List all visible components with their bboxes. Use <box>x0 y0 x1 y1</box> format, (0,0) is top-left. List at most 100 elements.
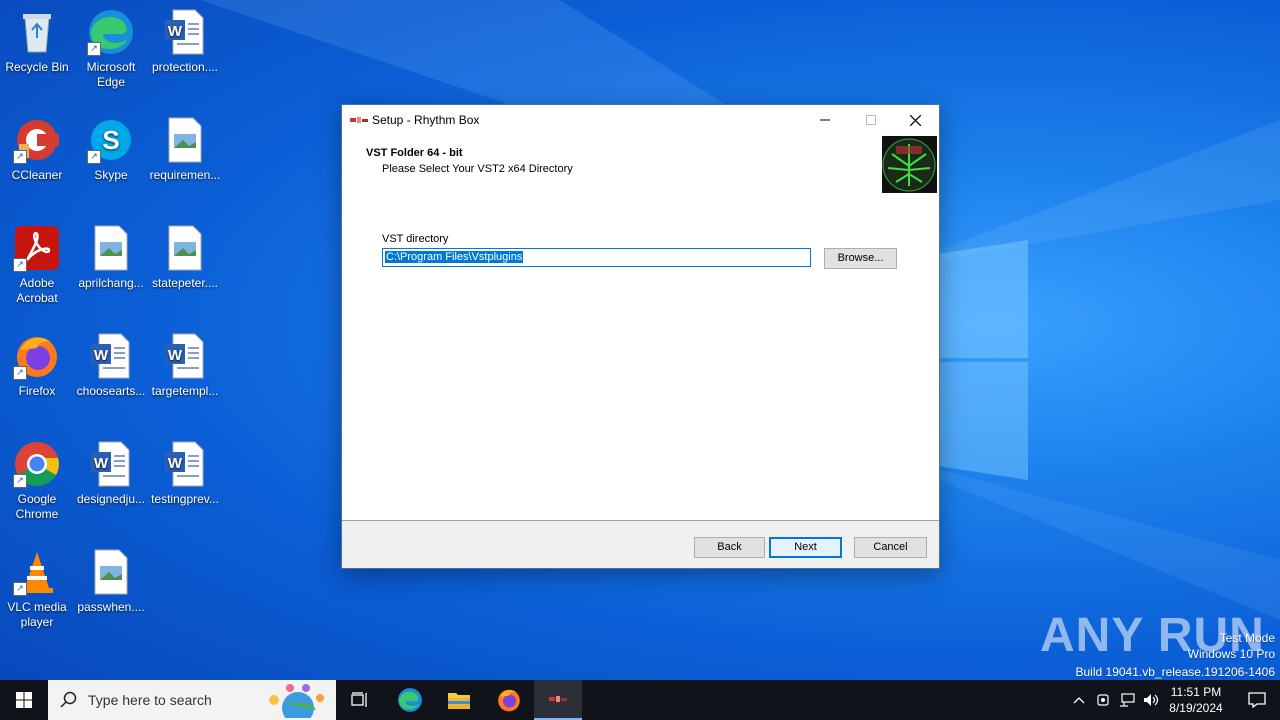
taskbar-edge[interactable] <box>386 680 434 720</box>
icon-label: VLC media player <box>7 600 67 629</box>
svg-text:S: S <box>102 125 119 155</box>
svg-text:W: W <box>94 347 109 364</box>
desktop-icon-image-file[interactable]: aprilchang... <box>74 224 148 291</box>
desktop-icon-image-file[interactable]: requiremen... <box>148 116 222 183</box>
clock-time: 11:51 PM <box>1170 685 1222 699</box>
vst-directory-value: C:\Program Files\Vstplugins <box>385 251 524 263</box>
desktop-icon-word-doc[interactable]: W choosearts... <box>74 332 148 399</box>
taskbar-firefox[interactable] <box>485 680 533 720</box>
desktop-icon-google-chrome[interactable]: ↗ Google Chrome <box>0 440 74 522</box>
windows-edition-text: Windows 10 Pro <box>1187 647 1275 661</box>
back-button[interactable]: Back <box>694 537 765 558</box>
close-button[interactable] <box>892 105 938 135</box>
wizard-header: VST Folder 64 - bit Please Select Your V… <box>342 135 939 220</box>
shortcut-arrow-icon: ↗ <box>13 582 27 596</box>
chrome-icon: ↗ <box>13 440 61 488</box>
wizard-page-title: VST Folder 64 - bit <box>366 147 463 159</box>
volume-button[interactable] <box>1140 680 1162 720</box>
vst-directory-label: VST directory <box>382 233 449 245</box>
search-icon <box>60 691 77 708</box>
minimize-button[interactable] <box>802 105 848 135</box>
network-icon <box>1120 693 1135 707</box>
setup-app-icon <box>350 117 368 123</box>
setup-dialog: Setup - Rhythm Box VST Folder 64 - bit P… <box>341 104 940 569</box>
icon-label: Microsoft Edge <box>86 60 136 89</box>
icon-label: CCleaner <box>11 168 63 182</box>
icon-label: statepeter.... <box>151 276 219 290</box>
clock-date: 8/19/2024 <box>1169 701 1223 715</box>
network-button[interactable] <box>1116 680 1138 720</box>
desktop-icon-vlc[interactable]: ↗ VLC media player <box>0 548 74 630</box>
word-doc-icon: W <box>161 8 209 56</box>
image-file-icon <box>87 548 135 596</box>
image-file-icon <box>87 224 135 272</box>
desktop-icon-firefox[interactable]: ↗ Firefox <box>0 332 74 399</box>
desktop-icon-word-doc[interactable]: W testingprev... <box>148 440 222 507</box>
icon-label: Adobe Acrobat <box>16 276 58 305</box>
taskbar-search-box[interactable]: Type here to search <box>48 680 336 720</box>
maximize-icon <box>866 115 876 125</box>
icon-label: Recycle Bin <box>5 60 69 74</box>
shortcut-arrow-icon: ↗ <box>13 258 27 272</box>
firefox-icon: ↗ <box>13 332 61 380</box>
windows-wallpaper-logo <box>938 240 1028 480</box>
shortcut-arrow-icon: ↗ <box>13 366 27 380</box>
taskbar: Type here to search 11:51 PM 8/19/2024 <box>0 680 1280 720</box>
desktop-icon-recycle-bin[interactable]: Recycle Bin <box>0 8 74 75</box>
word-doc-icon: W <box>87 332 135 380</box>
chevron-up-icon <box>1073 697 1085 704</box>
folder-icon <box>448 693 470 709</box>
icon-label: Skype <box>94 168 128 182</box>
skype-icon: S ↗ <box>87 116 135 164</box>
image-file-icon <box>161 116 209 164</box>
notification-icon <box>1248 692 1266 708</box>
word-doc-icon: W <box>87 440 135 488</box>
task-view-button[interactable] <box>336 680 384 720</box>
desktop-icon-image-file[interactable]: statepeter.... <box>148 224 222 291</box>
icon-label: requiremen... <box>149 168 221 182</box>
wizard-header-image <box>882 136 937 193</box>
icon-label: aprilchang... <box>78 276 144 290</box>
tray-app-icon[interactable] <box>1092 680 1114 720</box>
clock[interactable]: 11:51 PM 8/19/2024 <box>1162 684 1230 716</box>
start-button[interactable] <box>0 680 48 720</box>
dialog-title: Setup - Rhythm Box <box>372 113 480 127</box>
ccleaner-icon: ↗ <box>13 116 61 164</box>
desktop-icon-word-doc[interactable]: W designedju... <box>74 440 148 507</box>
cancel-button[interactable]: Cancel <box>854 537 927 558</box>
desktop-icon-word-doc[interactable]: W targetempl... <box>148 332 222 399</box>
maximize-button[interactable] <box>848 105 894 135</box>
search-highlight-globe-icon <box>269 684 324 718</box>
desktop-icon-edge[interactable]: ↗ Microsoft Edge <box>74 8 148 90</box>
svg-text:W: W <box>168 347 183 364</box>
desktop-icon-word-doc[interactable]: W protection.... <box>148 8 222 75</box>
shortcut-arrow-icon: ↗ <box>87 150 101 164</box>
word-doc-icon: W <box>161 332 209 380</box>
close-icon <box>909 114 921 126</box>
svg-text:W: W <box>168 23 183 40</box>
dialog-titlebar[interactable]: Setup - Rhythm Box <box>342 105 939 135</box>
taskbar-file-explorer[interactable] <box>435 680 483 720</box>
show-hidden-icons-button[interactable] <box>1068 680 1090 720</box>
vst-directory-input[interactable]: C:\Program Files\Vstplugins <box>382 248 811 267</box>
icon-label: Firefox <box>18 384 56 398</box>
icon-label: Google Chrome <box>15 492 59 521</box>
desktop-icon-skype[interactable]: S ↗ Skype <box>74 116 148 183</box>
image-file-icon <box>161 224 209 272</box>
desktop-icon-ccleaner[interactable]: ↗ CCleaner <box>0 116 74 183</box>
svg-text:W: W <box>168 455 183 472</box>
tray-device-icon <box>1097 694 1109 706</box>
shortcut-arrow-icon: ↗ <box>87 42 101 56</box>
desktop-icon-adobe-acrobat[interactable]: ↗ Adobe Acrobat <box>0 224 74 306</box>
taskbar-setup-rhythm-box[interactable] <box>534 680 582 720</box>
desktop-icon-image-file[interactable]: passwhen.... <box>74 548 148 615</box>
recycle-bin-icon <box>13 8 61 56</box>
browse-button[interactable]: Browse... <box>824 248 897 269</box>
icon-label: designedju... <box>76 492 146 506</box>
next-button[interactable]: Next <box>769 537 842 558</box>
wizard-footer: Back Next Cancel <box>342 520 939 568</box>
task-view-icon <box>351 692 367 707</box>
svg-text:W: W <box>94 455 109 472</box>
shortcut-arrow-icon: ↗ <box>13 474 27 488</box>
action-center-button[interactable] <box>1234 680 1280 720</box>
